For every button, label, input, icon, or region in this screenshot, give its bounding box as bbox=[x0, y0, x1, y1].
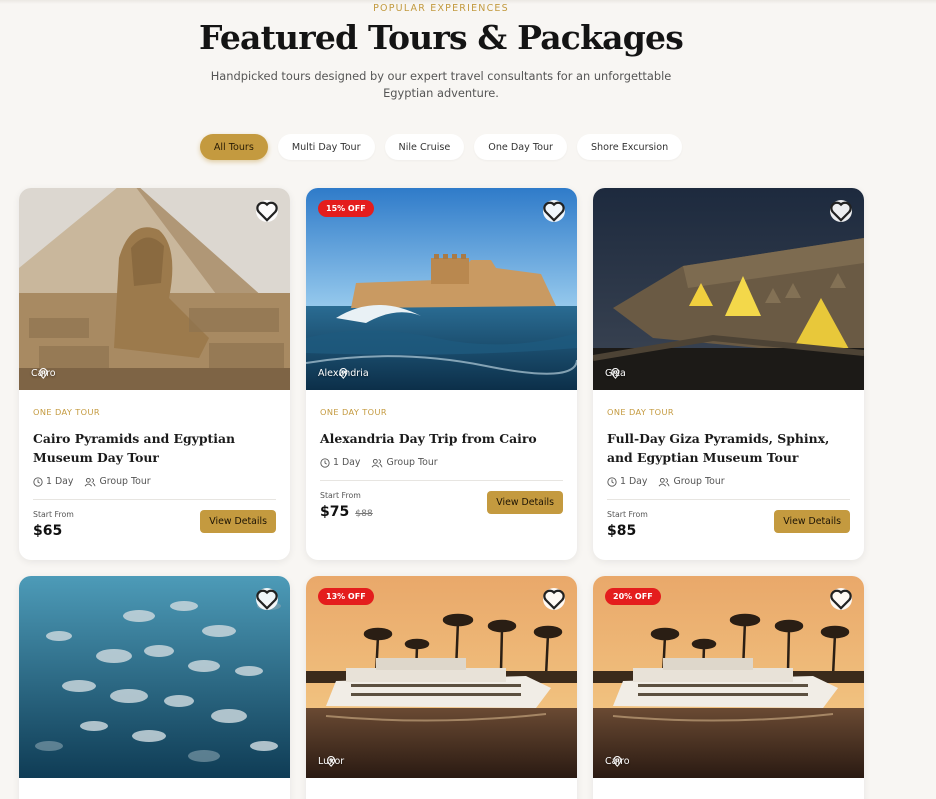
tour-card[interactable]: Giza ONE DAY TOUR Full-Day Giza Pyramids… bbox=[593, 188, 864, 560]
clock-icon bbox=[607, 476, 617, 487]
nile-cruise-sunset-photo bbox=[593, 576, 864, 778]
tour-title[interactable]: Alexandria Day Trip from Cairo bbox=[320, 429, 563, 448]
filter-tabs: All Tours Multi Day Tour Nile Cruise One… bbox=[0, 134, 882, 160]
tour-price: $85 bbox=[607, 523, 637, 539]
map-pin-icon bbox=[339, 368, 348, 379]
view-details-button[interactable]: View Details bbox=[487, 491, 563, 514]
heart-icon bbox=[543, 589, 565, 610]
clock-icon bbox=[33, 476, 43, 487]
discount-badge: 15% OFF bbox=[318, 200, 374, 217]
tour-image[interactable]: Giza bbox=[593, 188, 864, 390]
favorite-button[interactable] bbox=[256, 588, 278, 610]
discount-badge: 13% OFF bbox=[318, 588, 374, 605]
heart-icon bbox=[830, 589, 852, 610]
tour-image[interactable]: 15% OFF Alexandria bbox=[306, 188, 577, 390]
location-tag: Cairo bbox=[31, 368, 56, 379]
tour-title[interactable]: Cairo Pyramids and Egyptian Museum Day T… bbox=[33, 429, 276, 467]
filter-shore-excursion[interactable]: Shore Excursion bbox=[576, 134, 683, 160]
group-icon bbox=[659, 477, 670, 486]
heart-icon bbox=[830, 201, 852, 222]
filter-multi-day-tour[interactable]: Multi Day Tour bbox=[277, 134, 375, 160]
tour-image[interactable]: 20% OFF Cairo bbox=[593, 576, 864, 778]
divider bbox=[33, 499, 276, 500]
favorite-button[interactable] bbox=[830, 588, 852, 610]
map-pin-icon bbox=[611, 368, 620, 379]
location-tag: Luxor bbox=[318, 756, 344, 767]
tour-image[interactable]: 13% OFF Luxor bbox=[306, 576, 577, 778]
view-details-button[interactable]: View Details bbox=[774, 510, 850, 533]
citadel-sea-photo bbox=[306, 188, 577, 390]
group-icon bbox=[85, 477, 96, 486]
location-tag: Alexandria bbox=[318, 368, 369, 379]
tour-group: Group Tour bbox=[99, 476, 151, 487]
tour-category: ONE DAY TOUR bbox=[33, 407, 101, 417]
clock-icon bbox=[320, 457, 330, 468]
heart-icon bbox=[256, 201, 278, 222]
tour-price: $75 $88 bbox=[320, 504, 373, 520]
sphinx-pyramid-photo bbox=[19, 188, 290, 390]
favorite-button[interactable] bbox=[543, 588, 565, 610]
divider bbox=[607, 499, 850, 500]
divider bbox=[320, 480, 563, 481]
tour-price: $65 bbox=[33, 523, 63, 539]
tour-image[interactable]: Cairo bbox=[19, 188, 290, 390]
favorite-button[interactable] bbox=[543, 200, 565, 222]
filter-all-tours[interactable]: All Tours bbox=[199, 134, 268, 160]
original-price: $88 bbox=[355, 508, 373, 519]
tour-category: ONE DAY TOUR bbox=[607, 407, 675, 417]
map-pin-icon bbox=[613, 756, 622, 767]
tour-image[interactable] bbox=[19, 576, 290, 778]
section-subtitle: Handpicked tours designed by our expert … bbox=[210, 69, 672, 100]
tour-card[interactable]: 13% OFF Luxor bbox=[306, 576, 577, 799]
tour-card[interactable]: 15% OFF Alexandria ONE DAY TOUR Alexandr… bbox=[306, 188, 577, 560]
tour-duration: 1 Day bbox=[46, 476, 74, 487]
section-title: Featured Tours & Packages bbox=[199, 18, 684, 57]
tour-title[interactable]: Full-Day Giza Pyramids, Sphinx, and Egyp… bbox=[607, 429, 850, 467]
tour-card[interactable]: Cairo ONE DAY TOUR Cairo Pyramids and Eg… bbox=[19, 188, 290, 560]
favorite-button[interactable] bbox=[256, 200, 278, 222]
view-details-button[interactable]: View Details bbox=[200, 510, 276, 533]
tour-card[interactable] bbox=[19, 576, 290, 799]
location-tag: Giza bbox=[605, 368, 626, 379]
location-tag: Cairo bbox=[605, 756, 630, 767]
filter-one-day-tour[interactable]: One Day Tour bbox=[474, 134, 567, 160]
map-pin-icon bbox=[39, 368, 48, 379]
group-icon bbox=[372, 458, 383, 467]
favorite-button[interactable] bbox=[830, 200, 852, 222]
discount-badge: 20% OFF bbox=[605, 588, 661, 605]
heart-icon bbox=[543, 201, 565, 222]
heart-icon bbox=[256, 589, 278, 610]
filter-nile-cruise[interactable]: Nile Cruise bbox=[384, 134, 465, 160]
start-from-label: Start From bbox=[607, 510, 648, 519]
map-pin-icon bbox=[327, 756, 336, 767]
tour-duration: 1 Day bbox=[620, 476, 648, 487]
start-from-label: Start From bbox=[320, 491, 361, 500]
section-eyebrow: POPULAR EXPERIENCES bbox=[373, 3, 509, 14]
tour-duration: 1 Day bbox=[333, 457, 361, 468]
nile-cruise-sunset-photo bbox=[306, 576, 577, 778]
museum-night-photo bbox=[593, 188, 864, 390]
tour-group: Group Tour bbox=[673, 476, 725, 487]
fish-school-photo bbox=[19, 576, 290, 778]
start-from-label: Start From bbox=[33, 510, 74, 519]
tour-card[interactable]: 20% OFF Cairo bbox=[593, 576, 864, 799]
tour-category: ONE DAY TOUR bbox=[320, 407, 388, 417]
tour-group: Group Tour bbox=[386, 457, 438, 468]
